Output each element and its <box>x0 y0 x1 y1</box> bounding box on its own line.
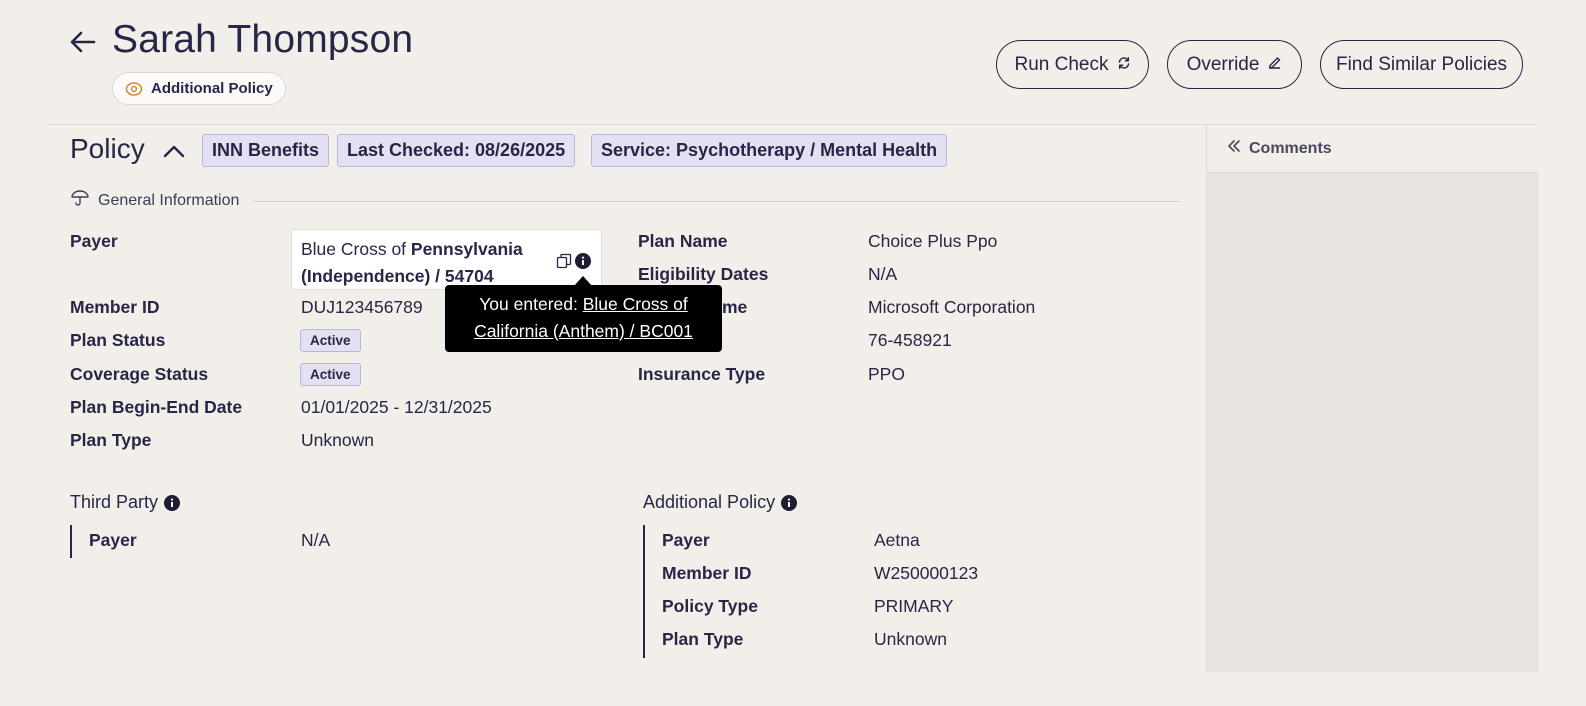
tag-service: Service: Psychotherapy / Mental Health <box>591 134 948 167</box>
additional-policy-heading: Additional Policy <box>643 492 798 513</box>
plan-type-label: Plan Type <box>70 430 152 450</box>
plan-name-value: Choice Plus Ppo <box>868 231 998 251</box>
run-check-label: Run Check <box>1014 53 1109 75</box>
copy-icon[interactable] <box>556 253 572 269</box>
double-chevron-left-icon <box>1227 139 1241 158</box>
general-information-label: General Information <box>98 191 240 209</box>
payer-tooltip: You entered: Blue Cross of California (A… <box>445 285 722 352</box>
plan-status-badge: Active <box>300 329 361 352</box>
group-number-value: 76-458921 <box>868 330 952 350</box>
payer-prefix: Blue Cross of <box>301 239 411 259</box>
back-arrow-icon[interactable] <box>66 26 98 58</box>
additional-policy-type-label: Policy Type <box>662 596 758 616</box>
comments-label: Comments <box>1249 139 1332 157</box>
eligibility-dates-label: Eligibility Dates <box>638 264 769 284</box>
group-name-label-partial: me <box>722 297 748 317</box>
member-id-value: DUJ123456789 <box>301 297 423 317</box>
find-similar-policies-button[interactable]: Find Similar Policies <box>1320 40 1523 89</box>
additional-member-id-label: Member ID <box>662 563 752 583</box>
insurance-type-value: PPO <box>868 364 905 384</box>
plan-dates-value: 01/01/2025 - 12/31/2025 <box>301 397 492 417</box>
third-party-divider <box>70 525 72 558</box>
tooltip-link-line2[interactable]: California (Anthem) / BC001 <box>474 321 693 341</box>
section-divider <box>254 201 1180 202</box>
info-icon[interactable] <box>781 494 798 511</box>
plan-dates-label: Plan Begin-End Date <box>70 397 243 417</box>
general-information-heading: General Information <box>70 189 239 212</box>
additional-member-id-value: W250000123 <box>874 563 979 583</box>
tag-last-checked: Last Checked: 08/26/2025 <box>337 134 576 167</box>
policy-badge-icon <box>125 81 143 96</box>
plan-status-label: Plan Status <box>70 330 166 350</box>
policy-title: Policy <box>70 133 145 164</box>
insurance-type-label: Insurance Type <box>638 364 766 384</box>
comments-toggle[interactable]: Comments <box>1207 125 1539 173</box>
override-button[interactable]: Override <box>1167 40 1302 89</box>
additional-payer-label: Payer <box>662 530 710 550</box>
patient-name: Sarah Thompson <box>112 18 414 61</box>
tooltip-prefix: You entered: <box>479 294 583 314</box>
third-party-payer-value: N/A <box>301 530 331 550</box>
chevron-up-icon[interactable] <box>162 140 186 162</box>
additional-policy-pill[interactable]: Additional Policy <box>112 72 286 105</box>
additional-plan-type-value: Unknown <box>874 629 947 649</box>
additional-payer-value: Aetna <box>874 530 920 550</box>
eligibility-dates-value: N/A <box>868 264 898 284</box>
override-label: Override <box>1186 53 1260 75</box>
member-id-label: Member ID <box>70 297 160 317</box>
payer-bold-2: (Independence) / 54704 <box>301 266 494 286</box>
info-icon[interactable] <box>164 494 181 511</box>
run-check-button[interactable]: Run Check <box>996 40 1149 89</box>
coverage-status-label: Coverage Status <box>70 364 209 384</box>
plan-name-label: Plan Name <box>638 231 728 251</box>
tag-inn-benefits: INN Benefits <box>202 134 330 167</box>
pencil-icon <box>1267 54 1282 76</box>
payer-label: Payer <box>70 231 118 251</box>
additional-plan-type-label: Plan Type <box>662 629 744 649</box>
comments-panel: Comments <box>1206 124 1539 672</box>
additional-policy-type-value: PRIMARY <box>874 596 954 616</box>
third-party-heading: Third Party <box>70 492 181 513</box>
plan-type-value: Unknown <box>301 430 374 450</box>
third-party-label: Third Party <box>70 492 159 512</box>
third-party-payer-label: Payer <box>89 530 137 550</box>
refresh-icon <box>1117 54 1131 76</box>
payer-bold-1: Pennsylvania <box>410 239 523 259</box>
info-icon[interactable] <box>575 253 591 269</box>
tooltip-link-line1[interactable]: Blue Cross of <box>583 294 688 314</box>
additional-policy-pill-label: Additional Policy <box>151 80 273 97</box>
additional-policy-divider <box>643 525 645 658</box>
group-name-value: Microsoft Corporation <box>868 297 1036 317</box>
additional-policy-label: Additional Policy <box>643 492 776 512</box>
coverage-status-badge: Active <box>300 363 361 386</box>
umbrella-icon <box>70 189 90 212</box>
